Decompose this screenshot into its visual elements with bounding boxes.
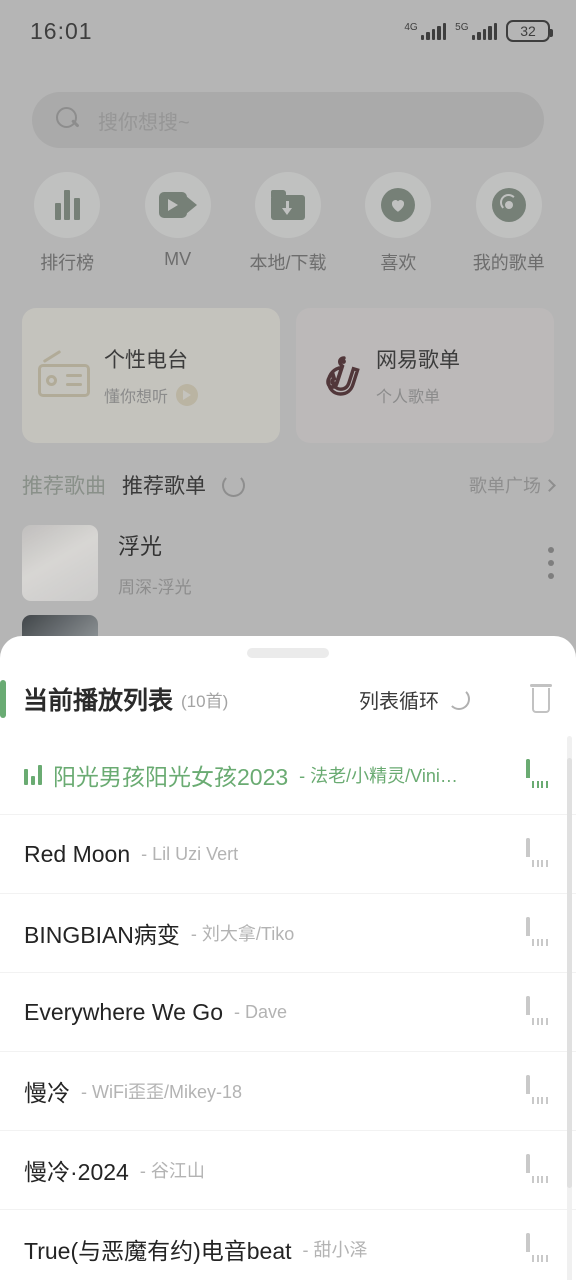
tab-recommended-songs[interactable]: 推荐歌曲 [22, 470, 106, 500]
table-row[interactable]: 阳光男孩阳光女孩2023 - 法老/小精灵/Vini… [0, 736, 576, 815]
network-type-4g: 4G [404, 21, 418, 33]
track-name: 慢冷 [24, 1080, 70, 1106]
track-artist: - 谷江山 [139, 1161, 205, 1181]
album-art [22, 525, 98, 601]
sheet-song-count: (10首) [181, 691, 229, 711]
search-placeholder: 搜你想搜~ [98, 111, 190, 134]
card-title: 个性电台 [104, 349, 188, 372]
quick-actions-row: 排行榜 MV 本地/下载 喜欢 我的歌单 [0, 172, 576, 275]
sheet-header: 当前播放列表 (10首) 列表循环 [0, 658, 576, 736]
content-tabs: 推荐歌曲 推荐歌单 歌单广场 [22, 470, 556, 500]
chart-bars-icon [34, 172, 101, 238]
loop-icon [448, 688, 470, 710]
disc-icon [475, 172, 542, 238]
remove-track-icon[interactable] [526, 759, 554, 789]
table-row[interactable]: BINGBIAN病变 - 刘大拿/Tiko [0, 894, 576, 973]
netease-logo-icon [312, 351, 362, 401]
quick-action-label: 我的歌单 [472, 253, 545, 273]
remove-track-icon[interactable] [526, 917, 554, 947]
card-title: 网易歌单 [376, 349, 460, 372]
table-row[interactable]: 慢冷·2024 - 谷江山 [0, 1131, 576, 1210]
track-name: 阳光男孩阳光女孩2023 [53, 764, 289, 790]
play-mode-button[interactable]: 列表循环 [359, 685, 470, 714]
track-name: BINGBIAN病变 [24, 922, 180, 948]
status-clock: 16:01 [30, 17, 93, 44]
track-artist: - WiFi歪歪/Mikey-18 [81, 1082, 242, 1102]
radio-icon [38, 349, 90, 397]
current-playlist-sheet: 当前播放列表 (10首) 列表循环 阳光男孩阳光女孩2023 - 法老/小精灵/… [0, 636, 576, 1280]
track-artist: - 法老/小精灵/Vini… [299, 766, 458, 786]
quick-action-label: 排行榜 [40, 253, 95, 273]
signal-5g-icon: 5G [455, 21, 497, 40]
heart-icon [365, 172, 432, 238]
table-row[interactable]: Red Moon - Lil Uzi Vert [0, 815, 576, 894]
card-subtitle: 懂你想听 [104, 389, 169, 406]
network-type-5g: 5G [455, 21, 469, 33]
play-mode-label: 列表循环 [359, 690, 439, 713]
quick-action-ranking[interactable]: 排行榜 [21, 172, 113, 275]
accent-bar [0, 680, 6, 718]
playlist-square-label: 歌单广场 [469, 476, 541, 496]
battery-level: 32 [520, 23, 536, 39]
quick-action-mv[interactable]: MV [132, 172, 224, 275]
table-row[interactable]: True(与恶魔有约)电音beat - 甜小泽 [0, 1210, 576, 1280]
video-camera-icon [144, 172, 211, 238]
tab-recommended-playlists[interactable]: 推荐歌单 [122, 470, 206, 500]
battery-icon: 32 [506, 20, 553, 42]
quick-action-label: MV [164, 249, 192, 269]
playlist-square-link[interactable]: 歌单广场 [469, 472, 556, 498]
remove-track-icon[interactable] [526, 1233, 554, 1263]
banner-cards: 个性电台 懂你想听 网易歌单 个人歌单 [22, 308, 554, 443]
playlist-rows: 阳光男孩阳光女孩2023 - 法老/小精灵/Vini… Red Moon - L… [0, 736, 576, 1280]
remove-track-icon[interactable] [526, 1154, 554, 1184]
search-icon [56, 107, 82, 133]
track-name: Everywhere We Go [24, 998, 223, 1025]
more-options-icon[interactable] [548, 547, 554, 579]
chevron-right-icon [543, 478, 556, 492]
now-playing-icon [24, 765, 42, 785]
quick-action-label: 喜欢 [380, 253, 417, 273]
search-input[interactable]: 搜你想搜~ [32, 92, 544, 148]
track-artist: - 刘大拿/Tiko [190, 924, 295, 944]
card-subtitle-wrap: 懂你想听 [104, 383, 199, 407]
list-item[interactable]: 浮光 周深-浮光 [0, 518, 576, 608]
status-indicators: 4G 5G 32 [404, 20, 553, 42]
remove-track-icon[interactable] [526, 838, 554, 868]
clear-playlist-button[interactable] [528, 684, 554, 714]
quick-action-my-playlist[interactable]: 我的歌单 [463, 172, 555, 275]
track-name: 慢冷·2024 [24, 1159, 129, 1185]
track-name: Red Moon [24, 840, 131, 867]
status-bar: 16:01 4G 5G 32 [0, 0, 576, 62]
play-button[interactable] [176, 384, 199, 406]
track-artist: - Lil Uzi Vert [141, 843, 239, 864]
table-row[interactable]: 慢冷 - WiFi歪歪/Mikey-18 [0, 1052, 576, 1131]
sheet-title: 当前播放列表 [23, 687, 174, 715]
drag-handle[interactable] [247, 648, 329, 658]
track-artist: - 甜小泽 [302, 1240, 368, 1260]
card-netease-playlist[interactable]: 网易歌单 个人歌单 [296, 308, 554, 443]
quick-action-local-download[interactable]: 本地/下载 [242, 172, 334, 275]
remove-track-icon[interactable] [526, 1075, 554, 1105]
track-artist: - Dave [233, 1001, 287, 1022]
card-subtitle: 个人歌单 [376, 389, 441, 406]
quick-action-label: 本地/下载 [249, 253, 327, 273]
refresh-icon[interactable] [222, 473, 245, 497]
card-personal-radio[interactable]: 个性电台 懂你想听 [22, 308, 280, 443]
signal-4g-icon: 4G [404, 21, 447, 40]
scrollbar-thumb[interactable] [567, 758, 572, 1188]
quick-action-favorites[interactable]: 喜欢 [352, 172, 444, 275]
track-name: True(与恶魔有约)电音beat [24, 1238, 292, 1264]
song-title: 浮光 [118, 533, 163, 559]
song-subtitle: 周深-浮光 [118, 577, 192, 597]
folder-download-icon [254, 172, 321, 238]
remove-track-icon[interactable] [526, 996, 554, 1026]
table-row[interactable]: Everywhere We Go - Dave [0, 973, 576, 1052]
